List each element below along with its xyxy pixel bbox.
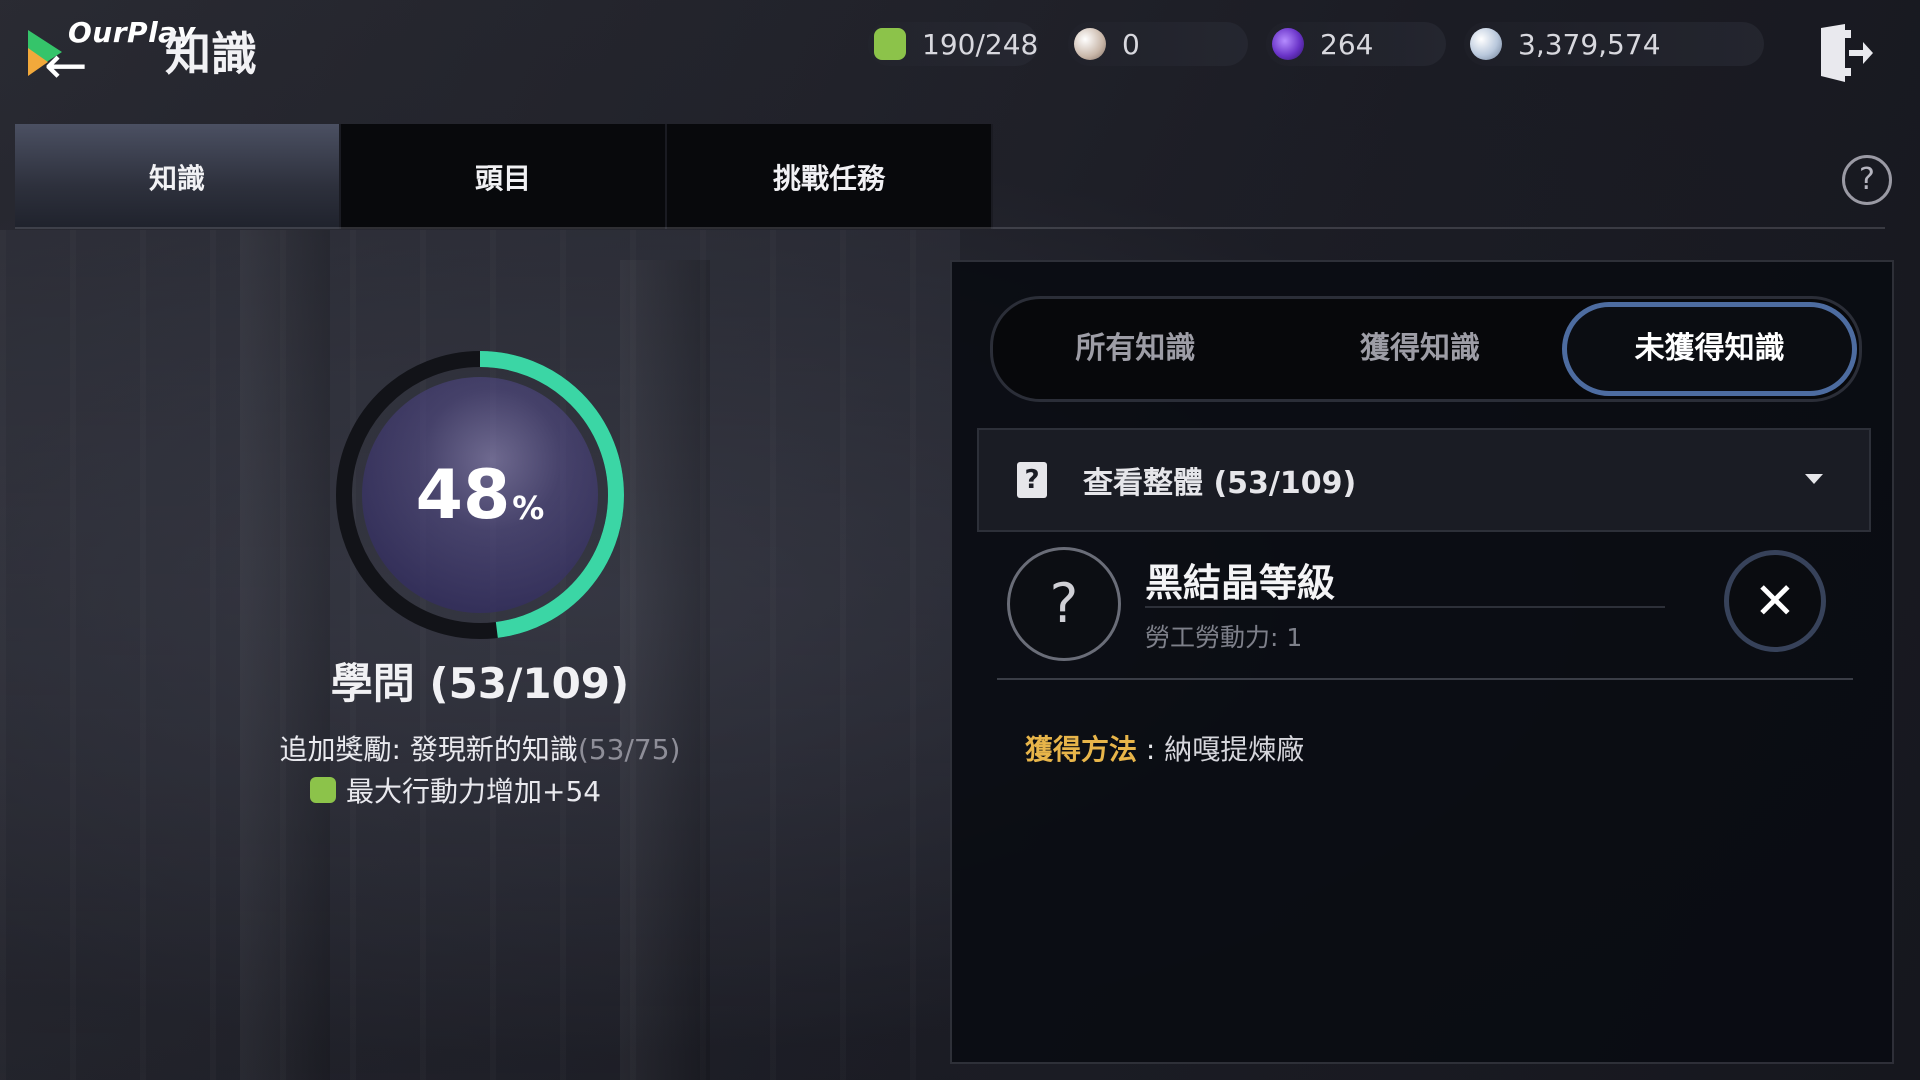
acquire-method-label: 獲得方法 xyxy=(1025,733,1138,766)
bonus-line: 追加獎勵: 發現新的知識(53/75) xyxy=(200,728,760,768)
knowledge-item-title: 黑結晶等級 xyxy=(1145,561,1336,605)
progress-percent-value: 48 xyxy=(415,455,511,535)
page-title: 知識 xyxy=(165,27,257,81)
close-icon[interactable]: ✕ xyxy=(1724,550,1826,652)
resource-energy: 190/248 xyxy=(868,22,1038,66)
unknown-knowledge-icon: ? xyxy=(1007,547,1121,661)
knowledge-filter-bar: 所有知識 獲得知識 未獲得知識 xyxy=(990,296,1862,402)
progress-percent: 48 % xyxy=(330,345,630,645)
acquire-method: 獲得方法 : 納嘎提煉廠 xyxy=(1025,728,1304,768)
resource-energy-value: 190/248 xyxy=(922,27,1039,61)
energy-icon xyxy=(310,777,336,803)
crystal-icon xyxy=(1272,28,1304,60)
knowledge-progress-ring: 48 % xyxy=(330,345,630,645)
resource-pearl-value: 0 xyxy=(1122,27,1140,61)
acquire-separator: : xyxy=(1137,733,1165,766)
progress-percent-sign: % xyxy=(512,489,545,527)
bonus-count: (53/75) xyxy=(577,733,681,766)
bonus-text: 追加獎勵: 發現新的知識 xyxy=(279,733,578,766)
view-all-dropdown[interactable]: ? 查看整體 (53/109) xyxy=(977,428,1871,532)
exit-button[interactable] xyxy=(1815,22,1873,84)
filter-unobtained-knowledge[interactable]: 未獲得知識 xyxy=(1562,302,1858,396)
tab-challenge[interactable]: 挑戰任務 xyxy=(667,124,993,229)
item-divider xyxy=(1145,606,1665,608)
resource-pearl: 0 xyxy=(1068,22,1248,66)
filter-all-knowledge[interactable]: 所有知識 xyxy=(993,302,1278,396)
top-bar: ← OurPlay 知識 190/248 0 264 3,379,574 xyxy=(0,0,1920,95)
filter-obtained-knowledge[interactable]: 獲得知識 xyxy=(1278,302,1563,396)
acquire-method-value: 納嘎提煉廠 xyxy=(1164,733,1305,766)
chevron-down-icon xyxy=(1805,474,1823,484)
exit-icon xyxy=(1821,24,1873,82)
question-book-icon: ? xyxy=(1017,462,1047,498)
knowledge-item-row[interactable]: ? 黑結晶等級 勞工勞動力: 1 ✕ xyxy=(997,530,1853,680)
help-button[interactable]: ? xyxy=(1842,155,1892,205)
bonus-reward: 最大行動力增加+54 xyxy=(310,770,601,810)
resource-crystal-value: 264 xyxy=(1320,27,1374,61)
bonus-reward-text: 最大行動力增加+54 xyxy=(346,775,602,808)
background-pillar xyxy=(240,230,330,1080)
tab-boss[interactable]: 頭目 xyxy=(341,124,667,229)
energy-icon xyxy=(874,28,906,60)
silver-icon xyxy=(1470,28,1502,60)
resource-silver-value: 3,379,574 xyxy=(1518,27,1661,61)
knowledge-count-label: 學問 (53/109) xyxy=(330,659,630,708)
tab-underline xyxy=(15,227,1885,229)
main-tabs: 知識 頭目 挑戰任務 xyxy=(15,124,993,229)
tab-knowledge[interactable]: 知識 xyxy=(15,124,341,229)
background-pillar xyxy=(620,260,710,1080)
resource-crystal: 264 xyxy=(1266,22,1446,66)
knowledge-item-subtitle: 勞工勞動力: 1 xyxy=(1145,623,1303,652)
view-all-label: 查看整體 (53/109) xyxy=(1083,466,1357,501)
resource-silver: 3,379,574 xyxy=(1464,22,1764,66)
pearl-icon xyxy=(1074,28,1106,60)
